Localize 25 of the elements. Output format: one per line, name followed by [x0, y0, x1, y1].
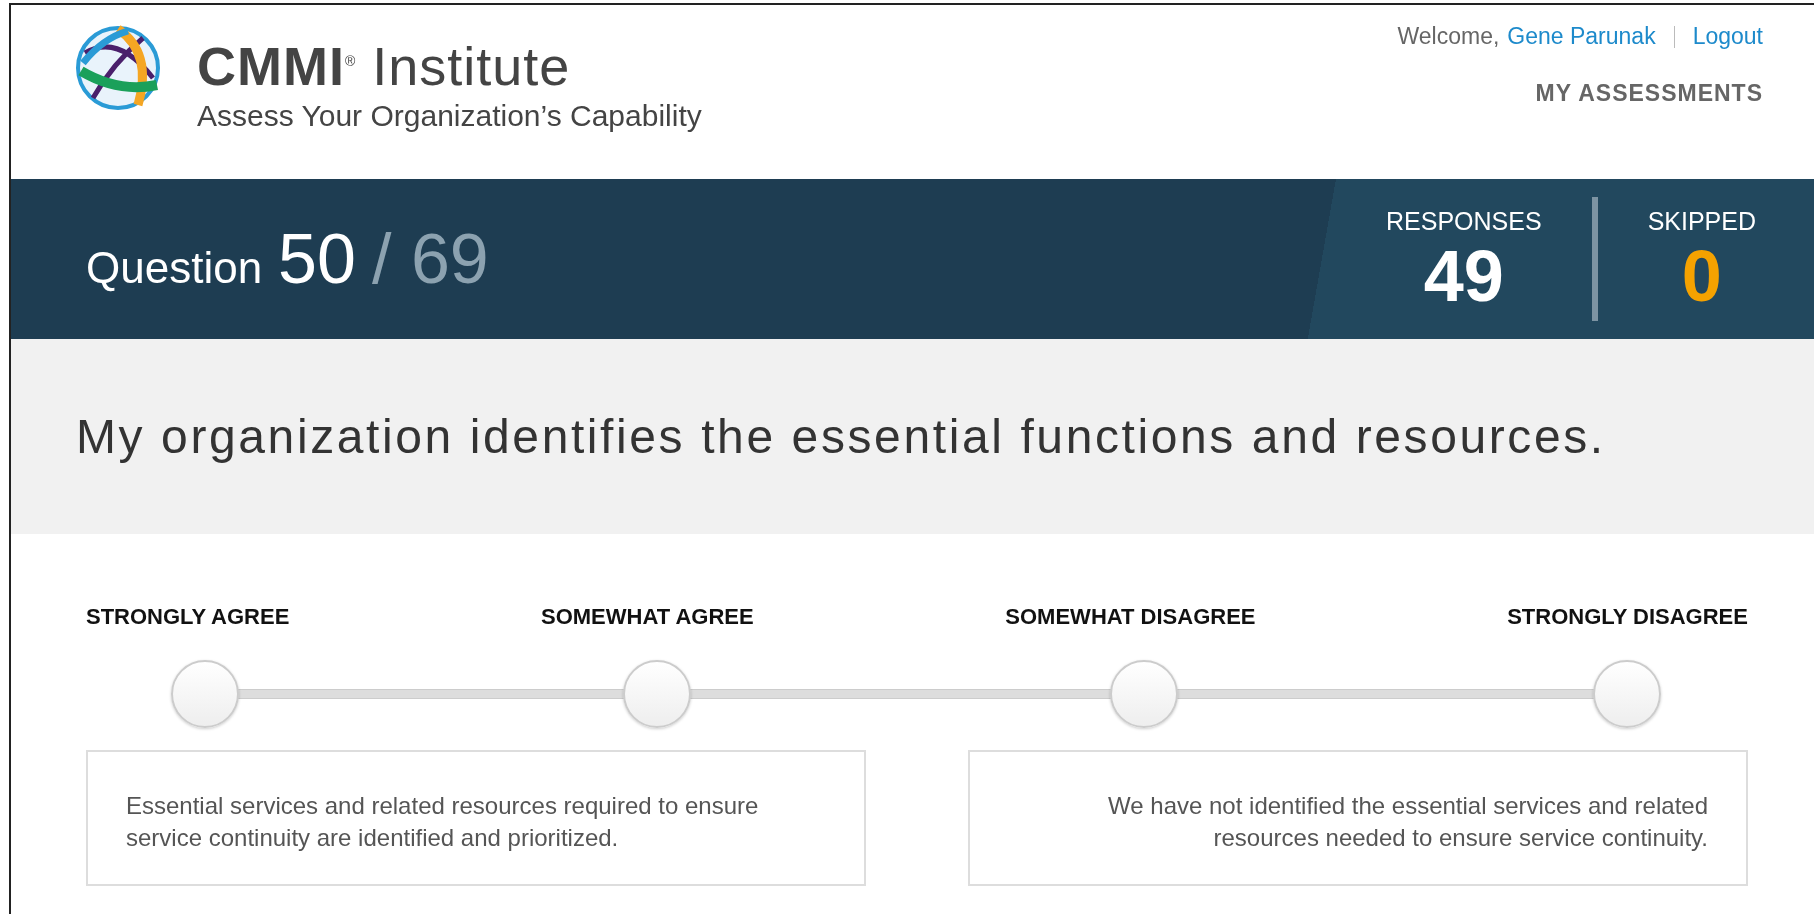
option-radio[interactable] [1593, 660, 1662, 728]
stat-label: SKIPPED [1647, 206, 1756, 236]
option-description: Essential services and related resources required to ensure service continuity are identified and prioritized. [86, 750, 866, 886]
question-text: My organization identifies the essential functions and resources. [76, 409, 1606, 464]
option-label: SOMEWHAT DISAGREE [1005, 604, 1256, 630]
option-label: STRONGLY DISAGREE [1507, 604, 1748, 630]
brand-name: CMMI$^{®}$ Institute [197, 35, 572, 97]
option-radio[interactable] [170, 660, 239, 728]
option-radio[interactable] [1109, 660, 1178, 728]
question-total: / 69 [372, 219, 489, 299]
user-link[interactable]: Gene Parunak [1507, 23, 1656, 50]
stat-label: RESPONSES [1386, 206, 1542, 236]
tagline: Assess Your Organization’s Capability [197, 99, 702, 133]
globe-icon [73, 23, 163, 113]
question-label: Question [86, 243, 263, 293]
stat-value: 49 [1423, 239, 1504, 312]
logout-link[interactable]: Logout [1692, 23, 1763, 50]
option-description: We have not identified the essential services and related resources needed to ensure service continuity. [968, 750, 1748, 886]
option-label: SOMEWHAT AGREE [541, 604, 754, 630]
question-number: 50 [278, 219, 356, 299]
stat-value: 0 [1681, 239, 1722, 312]
my-assessments-link[interactable]: MY ASSESSMENTS [1535, 80, 1763, 107]
option-label: STRONGLY AGREE [86, 604, 290, 630]
option-radio[interactable] [622, 660, 691, 728]
welcome-text: Welcome, [1397, 23, 1500, 50]
